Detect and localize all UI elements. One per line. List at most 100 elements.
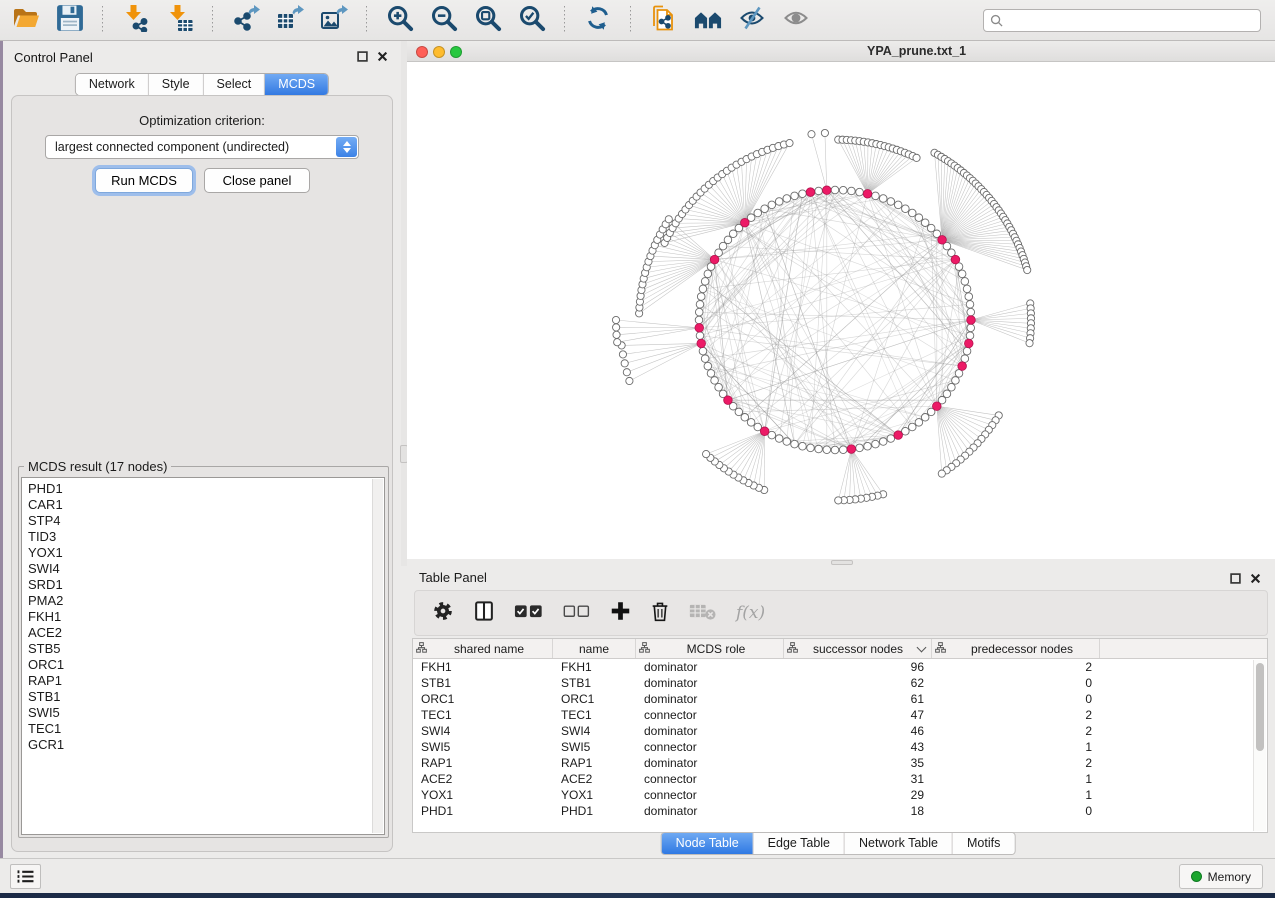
mcds-result-item[interactable]: TEC1 xyxy=(22,721,384,737)
column-header-MCDS-role[interactable]: MCDS role xyxy=(636,639,784,658)
mcds-result-item[interactable]: CAR1 xyxy=(22,497,384,513)
share-network-button[interactable] xyxy=(648,5,679,35)
tab-select[interactable]: Select xyxy=(204,74,266,95)
tab-motifs[interactable]: Motifs xyxy=(953,833,1014,854)
zoom-in-button[interactable] xyxy=(384,5,415,35)
table-panel-title: Table Panel xyxy=(419,570,487,585)
mcds-result-item[interactable]: ORC1 xyxy=(22,657,384,673)
uncheck-pair-icon xyxy=(563,600,591,627)
open-session-button[interactable] xyxy=(10,5,41,35)
close-panel-icon[interactable] xyxy=(1250,573,1261,584)
table-cell: dominator xyxy=(636,723,784,739)
table-row[interactable]: RAP1RAP1dominator352 xyxy=(413,755,1267,771)
mcds-result-item[interactable]: STB1 xyxy=(22,689,384,705)
table-row[interactable]: ACE2ACE2connector311 xyxy=(413,771,1267,787)
refresh-layout-button[interactable] xyxy=(582,5,613,35)
table-cell: connector xyxy=(636,771,784,787)
tab-network[interactable]: Network xyxy=(76,74,149,95)
mcds-result-item[interactable]: YOX1 xyxy=(22,545,384,561)
delete-column-button[interactable] xyxy=(650,600,670,626)
network-search-button[interactable] xyxy=(692,5,723,35)
mcds-tab-content: Optimization criterion: largest connecte… xyxy=(11,95,393,852)
mcds-result-item[interactable]: SWI5 xyxy=(22,705,384,721)
tab-style[interactable]: Style xyxy=(149,74,204,95)
table-row[interactable]: SWI5SWI5connector431 xyxy=(413,739,1267,755)
network-window-title: YPA_prune.txt_1 xyxy=(867,44,966,58)
column-layout-button[interactable] xyxy=(473,600,495,626)
save-session-button[interactable] xyxy=(54,5,85,35)
optimization-criterion-label: Optimization criterion: xyxy=(12,113,392,128)
toolbar-separator xyxy=(366,6,367,34)
zoom-out-button[interactable] xyxy=(428,5,459,35)
mcds-result-item[interactable]: GCR1 xyxy=(22,737,384,753)
table-row[interactable]: TEC1TEC1connector472 xyxy=(413,707,1267,723)
close-window-button[interactable] xyxy=(416,46,428,58)
column-header-predecessor-nodes[interactable]: predecessor nodes xyxy=(932,639,1100,658)
table-cell: 61 xyxy=(784,691,932,707)
tab-edge-table[interactable]: Edge Table xyxy=(754,833,845,854)
mcds-result-item[interactable]: STB5 xyxy=(22,641,384,657)
horizontal-splitter[interactable] xyxy=(407,559,1275,566)
export-network-button[interactable] xyxy=(230,5,261,35)
table-row[interactable]: STB1STB1dominator620 xyxy=(413,675,1267,691)
table-row[interactable]: YOX1YOX1connector291 xyxy=(413,787,1267,803)
zoom-in-icon xyxy=(386,4,414,37)
import-network-from-file-button[interactable] xyxy=(120,5,151,35)
optimization-criterion-select[interactable]: largest connected component (undirected) xyxy=(45,135,359,159)
mcds-result-item[interactable]: STP4 xyxy=(22,513,384,529)
zoom-fit-content-button[interactable] xyxy=(472,5,503,35)
mcds-result-item[interactable]: ACE2 xyxy=(22,625,384,641)
close-panel-icon[interactable] xyxy=(377,51,388,62)
table-row[interactable]: SWI4SWI4dominator462 xyxy=(413,723,1267,739)
minimize-window-button[interactable] xyxy=(433,46,445,58)
search-input[interactable] xyxy=(1007,11,1260,30)
mcds-result-item[interactable]: PMA2 xyxy=(22,593,384,609)
run-mcds-button[interactable]: Run MCDS xyxy=(95,168,193,193)
column-header-successor-nodes[interactable]: successor nodes xyxy=(784,639,932,658)
toolbar-separator xyxy=(212,6,213,34)
mcds-list-scrollbar[interactable] xyxy=(372,479,383,833)
table-scrollbar[interactable] xyxy=(1253,660,1266,831)
deselect-all-button[interactable] xyxy=(563,600,591,626)
float-panel-icon[interactable] xyxy=(357,51,368,62)
splitter-grip[interactable] xyxy=(831,560,853,565)
tab-node-table[interactable]: Node Table xyxy=(662,833,754,854)
network-window-titlebar[interactable]: YPA_prune.txt_1 xyxy=(407,41,1275,62)
table-cell: SWI5 xyxy=(553,739,636,755)
mcds-result-item[interactable]: FKH1 xyxy=(22,609,384,625)
hide-selected-button[interactable] xyxy=(736,5,767,35)
close-panel-button[interactable]: Close panel xyxy=(204,168,310,193)
table-cell: ORC1 xyxy=(553,691,636,707)
mcds-result-item[interactable]: SWI4 xyxy=(22,561,384,577)
table-icon xyxy=(935,642,946,656)
toolbar-separator xyxy=(630,6,631,34)
tab-mcds[interactable]: MCDS xyxy=(265,74,328,95)
export-table-button[interactable] xyxy=(274,5,305,35)
tab-network-table[interactable]: Network Table xyxy=(845,833,953,854)
zoom-selected-region-button[interactable] xyxy=(516,5,547,35)
export-image-button[interactable] xyxy=(318,5,349,35)
table-options-button[interactable] xyxy=(432,600,454,626)
column-header-name[interactable]: name xyxy=(553,639,636,658)
mcds-result-item[interactable]: PHD1 xyxy=(22,481,384,497)
create-column-button[interactable] xyxy=(610,600,631,626)
table-row[interactable]: ORC1ORC1dominator610 xyxy=(413,691,1267,707)
mcds-result-item[interactable]: SRD1 xyxy=(22,577,384,593)
column-header-shared-name[interactable]: shared name xyxy=(413,639,553,658)
scrollbar-thumb[interactable] xyxy=(1256,663,1264,751)
table-row[interactable]: PHD1PHD1dominator180 xyxy=(413,803,1267,819)
select-all-button[interactable] xyxy=(514,600,544,626)
search-box[interactable] xyxy=(983,9,1261,32)
mcds-result-item[interactable]: TID3 xyxy=(22,529,384,545)
memory-button[interactable]: Memory xyxy=(1179,864,1263,889)
mcds-result-item[interactable]: RAP1 xyxy=(22,673,384,689)
network-canvas[interactable] xyxy=(407,62,1275,559)
task-history-button[interactable] xyxy=(10,864,41,889)
export-network-icon xyxy=(232,4,260,37)
maximize-window-button[interactable] xyxy=(450,46,462,58)
table-row[interactable]: FKH1FKH1dominator962 xyxy=(413,659,1267,675)
float-panel-icon[interactable] xyxy=(1230,573,1241,584)
show-hidden-button[interactable] xyxy=(780,5,811,35)
mcds-result-list[interactable]: PHD1CAR1STP4TID3YOX1SWI4SRD1PMA2FKH1ACE2… xyxy=(21,477,385,835)
import-table-from-file-button[interactable] xyxy=(164,5,195,35)
